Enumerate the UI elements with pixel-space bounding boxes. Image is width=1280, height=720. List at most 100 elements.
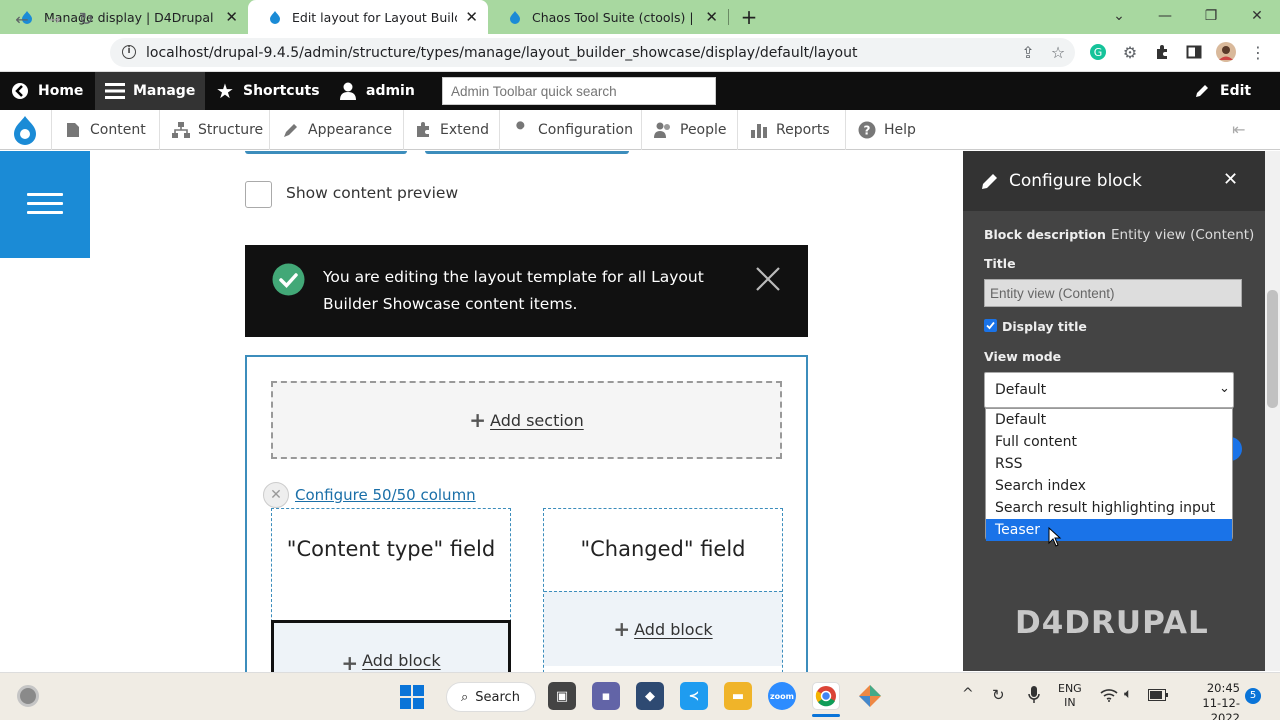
tray-item-help[interactable]: ? Help: [846, 110, 926, 150]
tab-search-icon[interactable]: ⌄: [1096, 0, 1142, 32]
add-section-area[interactable]: + Add section: [271, 381, 782, 459]
toolbar-user[interactable]: admin: [328, 72, 425, 110]
add-block-area-right[interactable]: + Add block: [544, 591, 782, 666]
view-mode-option-highlighted[interactable]: Teaser: [986, 519, 1232, 541]
status-message: You are editing the layout template for …: [245, 245, 808, 337]
back-icon[interactable]: ←: [10, 7, 34, 31]
display-title-checkbox[interactable]: [984, 319, 997, 332]
tray-item-appearance[interactable]: Appearance: [270, 110, 404, 150]
tray-item-structure[interactable]: Structure: [160, 110, 270, 150]
offcanvas-title: Configure block: [1009, 171, 1142, 191]
add-block-area-left[interactable]: + Add block: [271, 620, 511, 680]
virtualbox-icon[interactable]: ◆: [636, 682, 664, 710]
extensions-puzzle-icon[interactable]: [1150, 40, 1174, 64]
extension-gear-icon[interactable]: ⚙: [1118, 40, 1142, 64]
task-view-icon[interactable]: ▣: [548, 682, 576, 710]
tray-item-label: Help: [884, 122, 916, 138]
site-info-icon[interactable]: i: [122, 45, 136, 59]
microphone-icon[interactable]: [1028, 686, 1040, 704]
drupal-logo[interactable]: [0, 110, 52, 150]
address-bar[interactable]: i localhost/drupal-9.4.5/admin/structure…: [110, 38, 1075, 67]
view-mode-option[interactable]: Default: [986, 409, 1232, 431]
add-section-link[interactable]: Add section: [490, 411, 584, 430]
windows-start-icon[interactable]: [400, 685, 424, 709]
forward-icon[interactable]: →: [42, 7, 66, 31]
changed-field-block[interactable]: "Changed" field: [552, 533, 774, 565]
close-tab-icon[interactable]: ✕: [705, 8, 718, 26]
tray-item-reports[interactable]: Reports: [738, 110, 846, 150]
offcanvas-header: Configure block ✕: [963, 151, 1265, 211]
colorful-app-icon[interactable]: [856, 682, 884, 710]
top-button-edge: [425, 151, 629, 154]
browser-menu-icon[interactable]: ⋮: [1246, 40, 1270, 64]
close-tab-icon[interactable]: ✕: [225, 8, 238, 26]
browser-tab-ctools[interactable]: Chaos Tool Suite (ctools) | Drupal ✕: [488, 0, 728, 34]
remove-section-icon[interactable]: ✕: [263, 482, 289, 508]
battery-icon[interactable]: [1148, 689, 1168, 701]
view-mode-option[interactable]: Search index: [986, 475, 1232, 497]
view-mode-option[interactable]: RSS: [986, 453, 1232, 475]
profile-avatar[interactable]: [1214, 40, 1238, 64]
system-clock[interactable]: 20:45 11-12-2022: [1176, 681, 1240, 720]
svg-text:G: G: [1094, 46, 1103, 59]
volume-icon[interactable]: 🔈︎: [1124, 686, 1132, 702]
toolbar-home[interactable]: Home: [0, 72, 93, 110]
widgets-icon[interactable]: [17, 685, 39, 707]
active-app-indicator: [812, 714, 840, 717]
toolbar-edit-label: Edit: [1220, 83, 1252, 99]
view-mode-option[interactable]: Search result highlighting input: [986, 497, 1232, 519]
drupal-favicon-icon: [510, 11, 520, 24]
close-dialog-icon[interactable]: ✕: [1223, 169, 1238, 190]
tray-item-configuration[interactable]: Configuration: [500, 110, 642, 150]
restore-button[interactable]: ❐: [1188, 0, 1234, 32]
file-explorer-icon[interactable]: ▬: [724, 682, 752, 710]
close-message-icon[interactable]: [755, 266, 781, 292]
zoom-icon[interactable]: zoom: [768, 682, 796, 710]
page-scrollbar[interactable]: [1265, 151, 1280, 671]
show-content-preview-checkbox[interactable]: [245, 181, 272, 208]
close-tab-icon[interactable]: ✕: [465, 8, 478, 26]
teams-chat-icon[interactable]: ▪: [592, 682, 620, 710]
hamburger-menu-icon: [27, 187, 63, 220]
toolbar-edit[interactable]: Edit: [1182, 72, 1261, 110]
language-indicator[interactable]: ENG IN: [1058, 682, 1082, 710]
side-panel-icon[interactable]: [1182, 40, 1206, 64]
wifi-icon[interactable]: [1100, 688, 1118, 702]
scrollbar-thumb[interactable]: [1267, 290, 1278, 408]
tray-item-label: Extend: [440, 122, 489, 138]
chevron-up-icon[interactable]: ^: [962, 686, 974, 702]
close-window-button[interactable]: ✕: [1234, 0, 1280, 32]
view-mode-select[interactable]: Default ⌄: [984, 372, 1234, 408]
reload-icon[interactable]: ↻: [74, 7, 98, 31]
bookmark-star-icon[interactable]: ☆: [1046, 40, 1070, 64]
toolbar-manage[interactable]: Manage: [95, 72, 205, 110]
tray-item-content[interactable]: Content: [52, 110, 160, 150]
tray-item-extend[interactable]: Extend: [404, 110, 500, 150]
notification-badge[interactable]: 5: [1245, 688, 1261, 704]
pencil-icon: [982, 174, 997, 189]
share-icon[interactable]: ⇪: [1016, 40, 1040, 64]
configure-section-link[interactable]: Configure 50/50 column: [295, 486, 476, 504]
browser-tab-manage-display[interactable]: Manage display | D4Drupal ✕: [0, 0, 248, 34]
drupal-side-toggle[interactable]: [0, 151, 90, 258]
toolbar-shortcuts[interactable]: ★ Shortcuts: [205, 72, 330, 110]
admin-toolbar-search-input[interactable]: [442, 77, 716, 105]
user-icon: [338, 81, 358, 101]
taskbar-search[interactable]: ⌕ Search: [446, 682, 536, 712]
add-block-link[interactable]: Add block: [634, 620, 713, 639]
tray-item-people[interactable]: People: [642, 110, 738, 150]
block-title-input[interactable]: [984, 279, 1242, 307]
toolbar-user-label: admin: [366, 83, 415, 99]
chrome-icon[interactable]: [812, 682, 840, 710]
grammarly-icon[interactable]: G: [1086, 40, 1110, 64]
content-type-field-block[interactable]: "Content type" field: [280, 533, 502, 565]
vscode-icon[interactable]: ≺: [680, 682, 708, 710]
sync-icon[interactable]: ↻: [992, 686, 1005, 704]
view-mode-label: View mode: [984, 349, 1062, 364]
view-mode-option[interactable]: Full content: [986, 431, 1232, 453]
minimize-button[interactable]: —: [1142, 0, 1188, 32]
new-tab-button[interactable]: +: [738, 6, 760, 28]
collapse-tray-icon[interactable]: ⇤: [1232, 120, 1256, 140]
tray-item-label: Appearance: [308, 122, 393, 138]
browser-tab-edit-layout[interactable]: Edit layout for Layout Builder Showcase …: [248, 0, 488, 34]
